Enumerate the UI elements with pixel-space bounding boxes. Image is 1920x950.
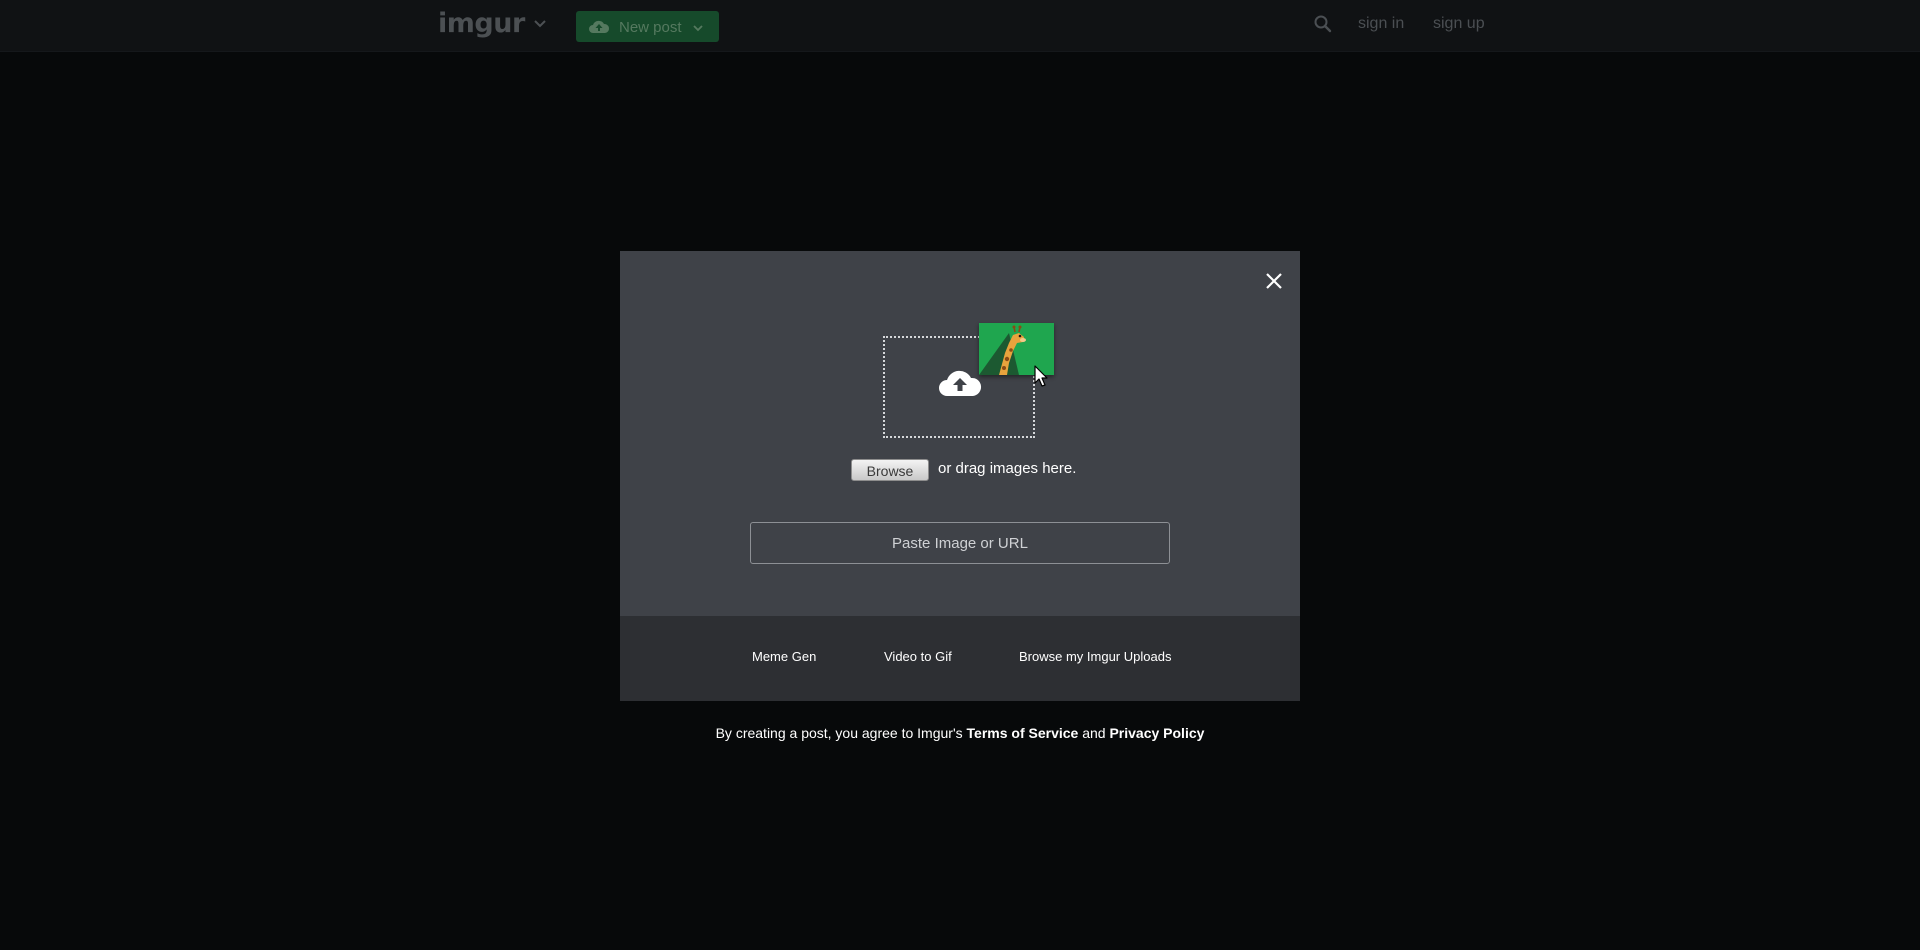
page: imgur New post sign in sign up Browse or… xyxy=(0,0,1920,950)
terms-notice: By creating a post, you agree to Imgur's… xyxy=(620,725,1300,741)
meme-gen-link[interactable]: Meme Gen xyxy=(752,649,816,664)
browse-button[interactable]: Browse xyxy=(851,459,929,481)
browse-uploads-link[interactable]: Browse my Imgur Uploads xyxy=(1019,649,1171,664)
privacy-policy-link[interactable]: Privacy Policy xyxy=(1109,725,1204,741)
imgur-logo[interactable]: imgur xyxy=(438,8,525,39)
drag-images-text: or drag images here. xyxy=(938,460,1077,477)
terms-of-service-link[interactable]: Terms of Service xyxy=(967,725,1079,741)
terms-prefix: By creating a post, you agree to Imgur's xyxy=(715,725,963,741)
cursor-icon xyxy=(1034,365,1048,387)
chevron-down-icon xyxy=(693,25,703,32)
close-icon[interactable] xyxy=(1261,268,1287,294)
new-post-label: New post xyxy=(619,19,682,36)
terms-and: and xyxy=(1082,725,1106,741)
sign-in-link[interactable]: sign in xyxy=(1358,15,1404,33)
chevron-down-icon[interactable] xyxy=(533,17,547,31)
search-icon[interactable] xyxy=(1313,14,1333,34)
cloud-upload-icon xyxy=(939,370,982,396)
new-post-button[interactable]: New post xyxy=(576,11,719,42)
paste-url-input[interactable] xyxy=(750,522,1170,564)
modal-footer: Meme Gen Video to Gif Browse my Imgur Up… xyxy=(620,616,1300,701)
cloud-upload-icon xyxy=(589,20,610,33)
upload-modal: Browse or drag images here. Meme Gen Vid… xyxy=(620,251,1300,701)
video-to-gif-link[interactable]: Video to Gif xyxy=(884,649,952,664)
sign-up-link[interactable]: sign up xyxy=(1433,15,1485,33)
top-nav: imgur New post sign in sign up xyxy=(0,0,1920,52)
